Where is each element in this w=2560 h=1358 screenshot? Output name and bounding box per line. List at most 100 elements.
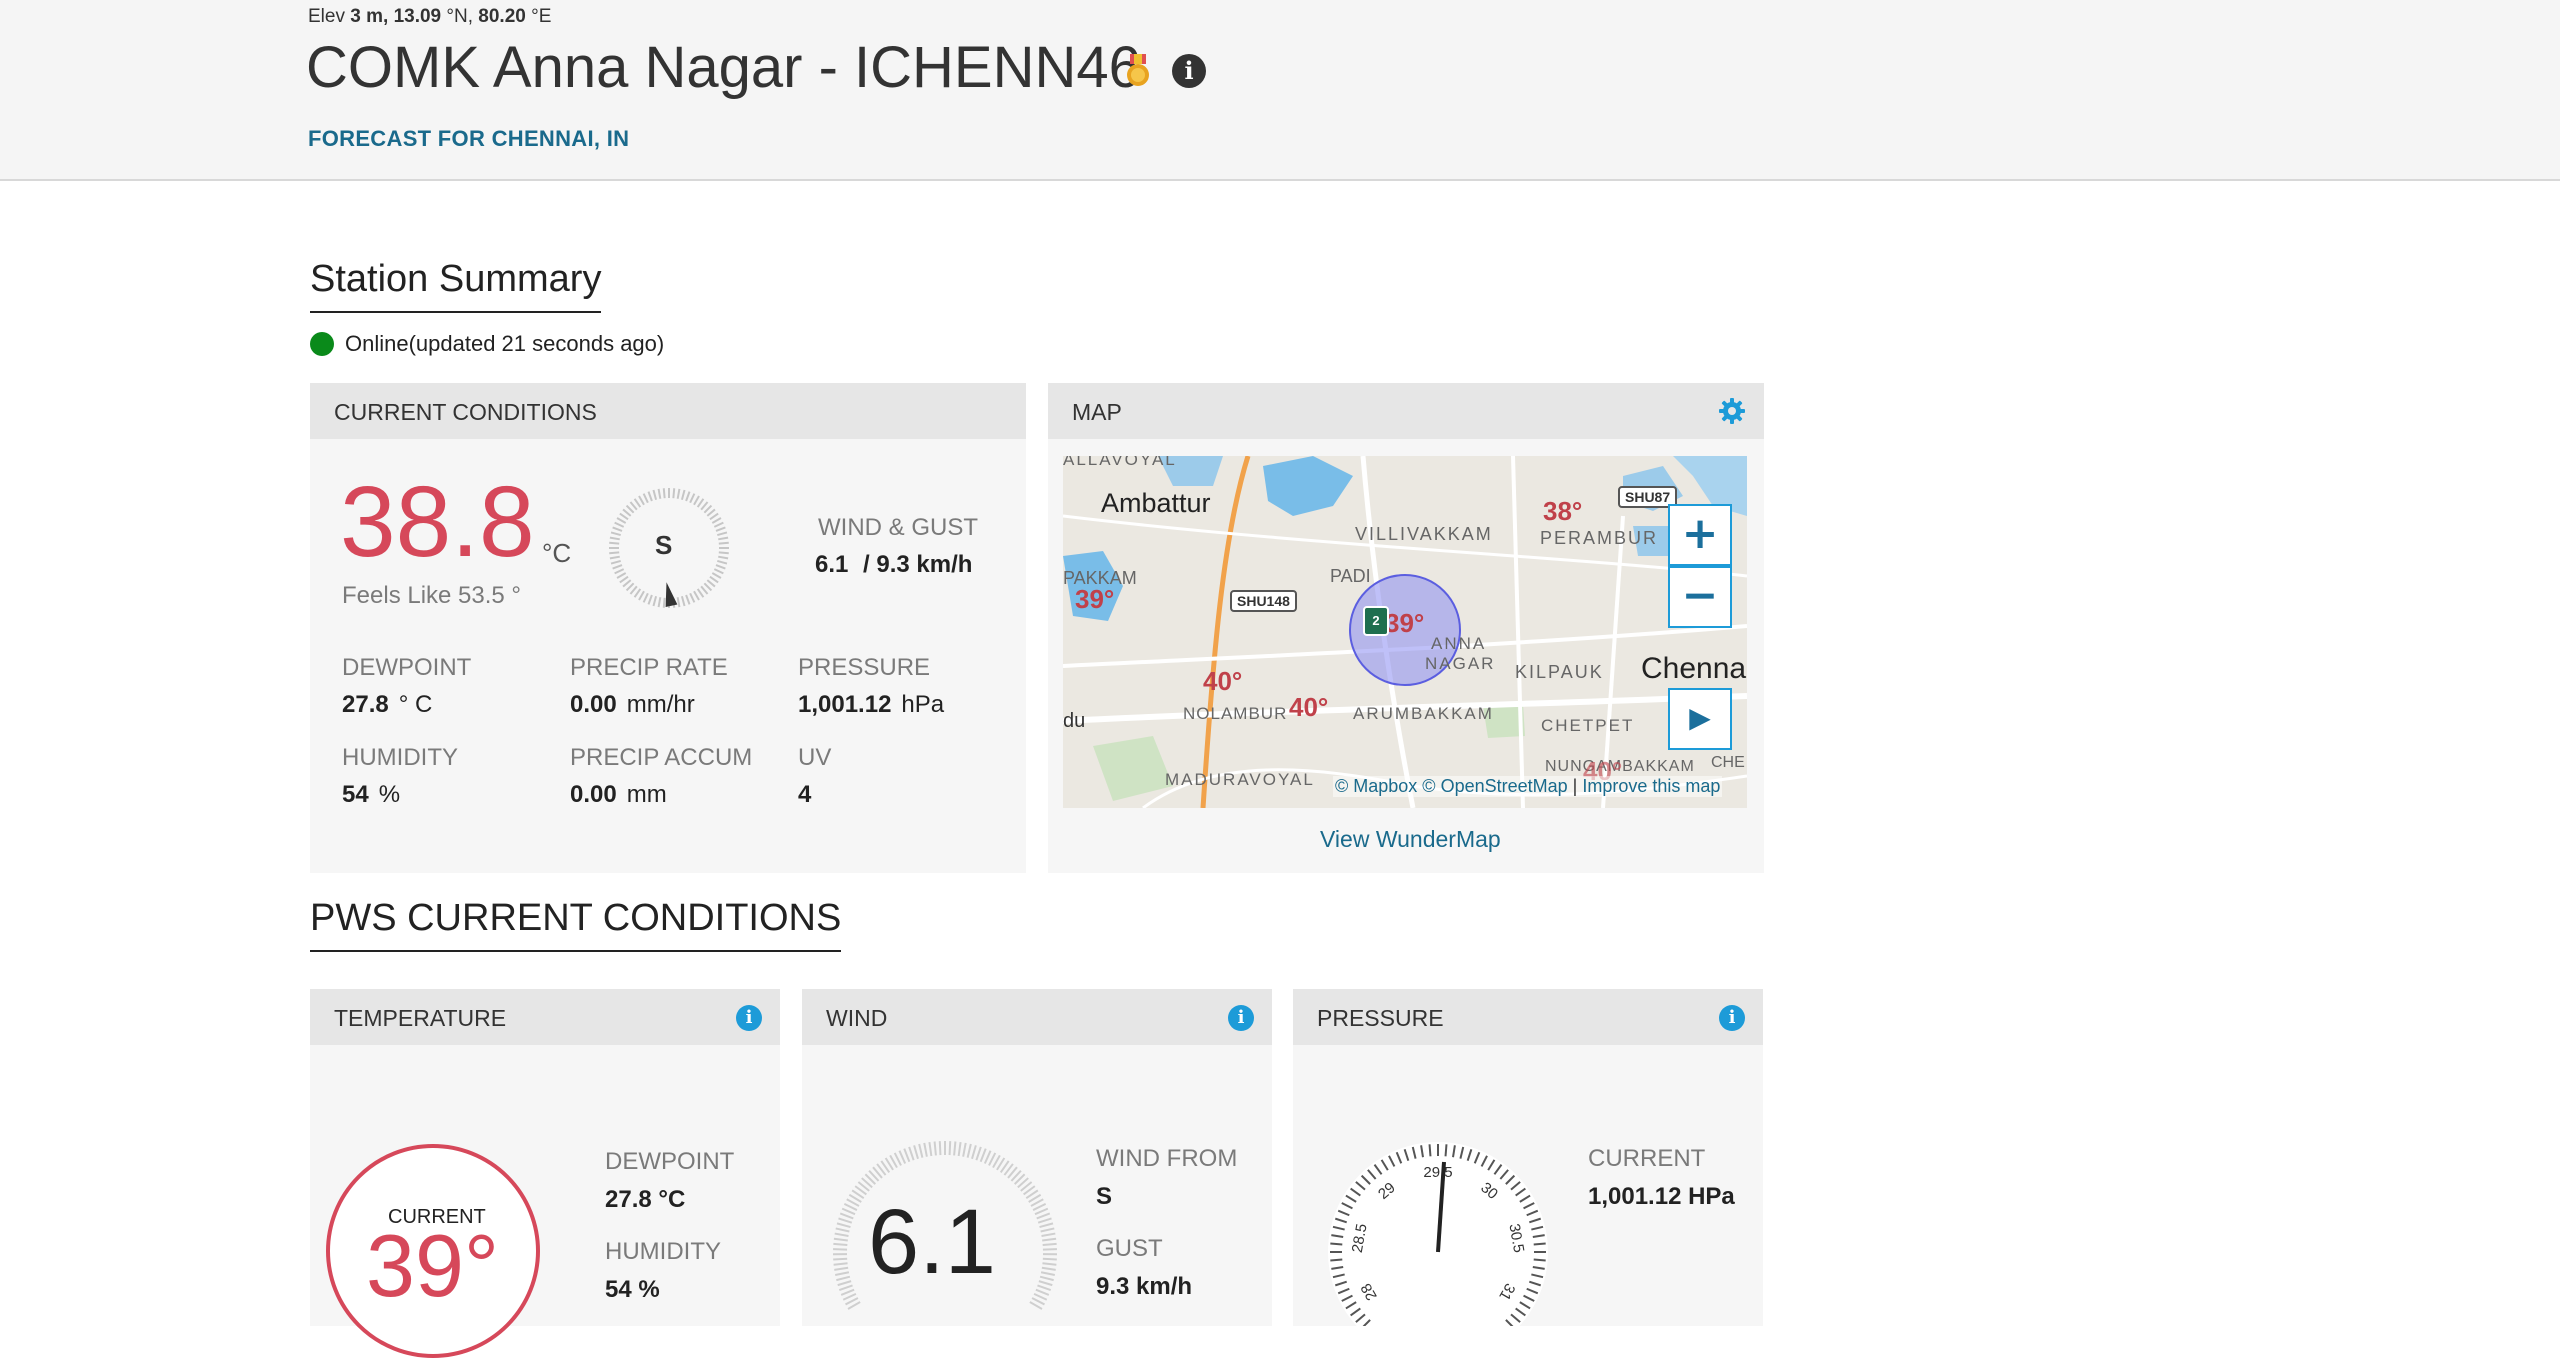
map-temp-marker[interactable]: 39°: [1385, 608, 1424, 639]
map-label-anna: ANNA: [1431, 634, 1486, 654]
dial-tick: [1042, 1239, 1056, 1241]
dial-tick: [834, 1239, 848, 1241]
temperature-unit: °C: [542, 538, 571, 569]
zoom-in-button[interactable]: +: [1668, 504, 1732, 566]
dial-tick: [924, 1143, 927, 1157]
map-temp-marker[interactable]: 39°: [1075, 584, 1114, 615]
temp-current-value: 39°: [366, 1222, 499, 1310]
card-title: WIND: [826, 1005, 887, 1032]
card-header: TEMPERATURE i: [310, 989, 780, 1045]
dial-tick: [1042, 1263, 1056, 1264]
wind-gust-label: WIND & GUST: [818, 514, 978, 542]
dial-tick: [1039, 1281, 1052, 1285]
section-title-station-summary: Station Summary: [310, 258, 601, 313]
station-marker-icon[interactable]: 2: [1363, 606, 1389, 636]
dial-tick: [833, 1259, 847, 1260]
dial-tick: [716, 527, 725, 530]
attribution-text[interactable]: © Mapbox © OpenStreetMap: [1335, 776, 1568, 796]
online-status-text: Online(updated 21 seconds ago): [345, 331, 664, 357]
weather-map[interactable]: Ambattur VILLIVAKKAM PERAMBUR PADI PAKKA…: [1063, 456, 1747, 808]
dial-tick: [718, 538, 728, 540]
dial-tick: [1041, 1228, 1055, 1231]
medal-icon[interactable]: [1124, 54, 1152, 88]
dial-tick: [648, 595, 651, 604]
dial-tick: [664, 488, 665, 498]
precip-rate-value: 0.00mm/hr: [570, 691, 695, 719]
dial-tick: [701, 586, 707, 594]
dial-tick: [919, 1144, 922, 1158]
forecast-link[interactable]: FORECAST FOR CHENNAI, IN: [308, 126, 629, 152]
pressure-value: 1,001.12hPa: [798, 691, 944, 719]
dial-tick: [1041, 1272, 1055, 1275]
dial-tick: [1040, 1277, 1054, 1280]
dial-tick: [617, 573, 626, 578]
dial-tick: [959, 1142, 961, 1156]
dial-tick: [719, 552, 729, 553]
dial-tick: [835, 1272, 849, 1275]
info-icon[interactable]: i: [736, 1005, 762, 1031]
pressure-current-value: 1,001.12 HPa: [1588, 1183, 1735, 1211]
dial-tick: [615, 523, 624, 527]
section-title-pws: PWS CURRENT CONDITIONS: [310, 897, 841, 952]
card-title: CURRENT CONDITIONS: [334, 399, 597, 426]
gear-icon[interactable]: [1718, 397, 1746, 425]
dial-tick: [1037, 1285, 1050, 1290]
current-temperature: 38.8: [340, 472, 535, 572]
dial-tick: [653, 596, 656, 606]
dial-tick: [682, 490, 685, 500]
lon-unit: °E: [531, 6, 551, 27]
dial-tick: [694, 496, 699, 505]
map-label-nolambur: NOLAMBUR: [1183, 704, 1287, 724]
dial-tick: [950, 1141, 951, 1155]
dial-tick: [1043, 1259, 1057, 1260]
dial-tick: [630, 502, 636, 510]
map-temp-marker[interactable]: 40°: [1289, 692, 1328, 723]
dial-tick: [714, 569, 723, 573]
map-temp-marker[interactable]: 38°: [1543, 496, 1582, 527]
dial-tick: [842, 1209, 855, 1215]
dial-tick: [1037, 1213, 1050, 1218]
dial-tick: [620, 577, 628, 583]
dial-tick: [717, 532, 727, 535]
info-icon[interactable]: i: [1719, 1005, 1745, 1031]
dewpoint-value: 27.8° C: [342, 691, 432, 719]
dial-tick: [623, 509, 631, 515]
improve-map-link[interactable]: Improve this map: [1582, 776, 1720, 796]
play-button[interactable]: ▶: [1668, 688, 1732, 750]
dial-tick: [627, 583, 634, 590]
map-temp-marker[interactable]: 40°: [1203, 666, 1242, 697]
dial-tick: [1534, 1260, 1546, 1261]
info-icon[interactable]: i: [1228, 1005, 1254, 1031]
road-shield-shu148: SHU148: [1230, 590, 1297, 612]
map-label-kilpauk: KILPAUK: [1515, 662, 1604, 683]
station-title: COMK Anna Nagar - ICHENN46: [306, 34, 1141, 101]
dial-tick: [707, 509, 715, 515]
dial-tick: [648, 492, 651, 501]
dial-tick: [610, 557, 620, 559]
dial-tick: [712, 573, 721, 578]
dial-tick: [659, 597, 661, 607]
card-header: MAP: [1048, 383, 1764, 439]
elev-label: Elev: [308, 6, 345, 27]
dial-tick: [714, 523, 723, 527]
map-label-maduravoyal: MADURAVOYAL: [1165, 770, 1315, 790]
dial-tick: [904, 1149, 909, 1162]
dial-tick: [690, 494, 694, 503]
dial-tick: [678, 597, 680, 607]
info-icon[interactable]: i: [1172, 54, 1206, 88]
zoom-out-button[interactable]: −: [1668, 566, 1732, 628]
dial-tick: [840, 1213, 853, 1218]
map-label-perambur: PERAMBUR: [1540, 528, 1658, 549]
uv-label: UV: [798, 744, 831, 772]
dial-tick: [698, 499, 704, 507]
dial-tick: [836, 1277, 850, 1280]
precip-rate-label: PRECIP RATE: [570, 654, 728, 682]
elevation-coordinates: Elev 3 m, 13.09 °N, 80.20 °E: [308, 6, 551, 28]
view-wundermap-link[interactable]: View WunderMap: [1320, 826, 1501, 853]
compass-direction: S: [655, 530, 672, 561]
dial-tick: [611, 561, 621, 564]
dial-tick: [909, 1147, 913, 1160]
latitude: 13.09: [394, 6, 442, 27]
dial-tick: [833, 1244, 847, 1245]
card-header: CURRENT CONDITIONS: [310, 383, 1026, 439]
